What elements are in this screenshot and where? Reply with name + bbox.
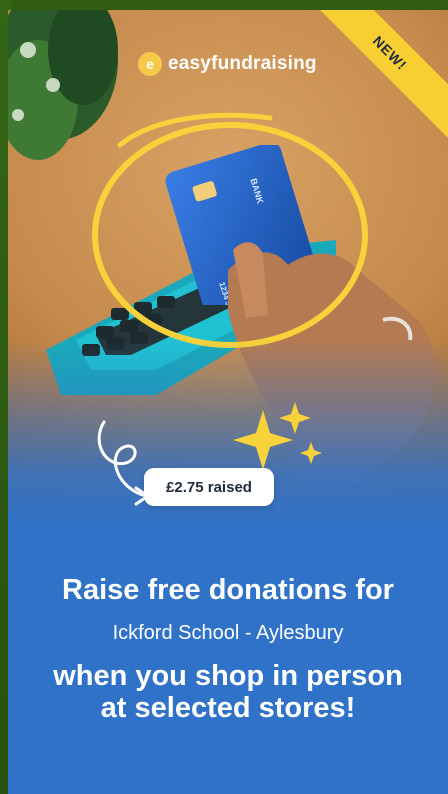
raised-amount-pill: £2.75 raised — [144, 468, 274, 506]
brand-mark-icon: e — [138, 52, 162, 76]
brand-name: easyfundraising — [168, 53, 317, 74]
headline-line-3a: when you shop in person — [53, 660, 403, 692]
easyfundraising-ad[interactable]: BANK 1234 5678 9012 — [8, 10, 448, 794]
brand-logo: e easyfundraising — [138, 52, 317, 76]
new-badge-label: NEW! — [369, 32, 411, 74]
cause-name: Ickford School - Aylesbury — [112, 622, 344, 644]
highlight-ring — [92, 112, 368, 348]
payment-photo: BANK 1234 5678 9012 — [8, 10, 448, 530]
headline-line-1: Raise free donations for — [62, 574, 394, 606]
headline-line-3b: at selected stores! — [100, 692, 356, 724]
ad-frame: BANK 1234 5678 9012 — [0, 0, 448, 794]
headline-line-3: when you shop in person at selected stor… — [8, 660, 448, 724]
raised-amount-text: £2.75 raised — [166, 478, 252, 496]
